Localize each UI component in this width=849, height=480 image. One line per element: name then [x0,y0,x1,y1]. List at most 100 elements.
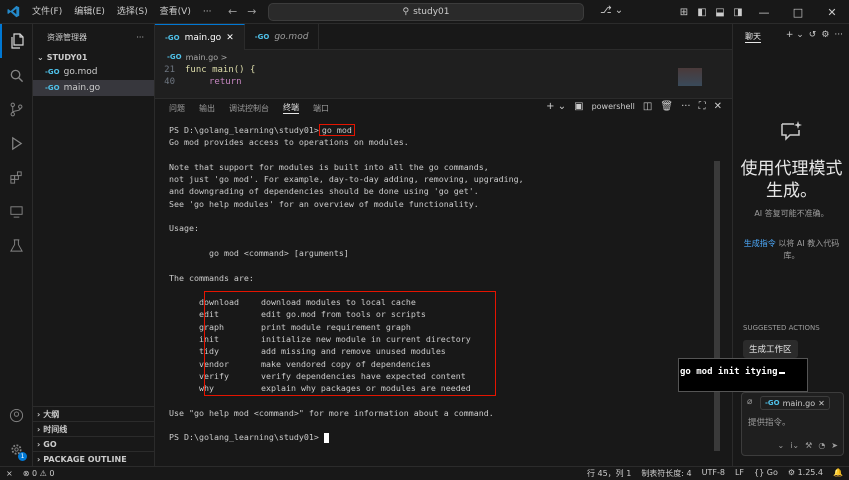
code-editor[interactable]: 21 func main() { 40 return [155,64,732,88]
menu-view[interactable]: 查看(V) [154,0,197,24]
language-mode[interactable]: {} Go [754,468,778,479]
shell-label[interactable]: powershell [592,102,635,111]
forward-arrow-icon[interactable]: → [247,5,256,18]
tab-output[interactable]: 输出 [199,103,215,114]
code-line: 21 func main() { [155,64,732,76]
toggle-secondary-sidebar-icon[interactable]: ◨ [729,7,747,18]
chevron-right-icon: › [37,424,41,434]
mode-dropdown-icon[interactable]: ⌄ [778,441,785,450]
maximize-icon[interactable]: □ [781,6,815,19]
tab-size[interactable]: 制表符长度: 4 [641,468,691,479]
terminal-command: go mod [318,124,355,136]
tab-terminal[interactable]: 终端 [283,102,299,114]
file-label: main.go [63,83,101,93]
terminal-line: not just 'go mod'. For example, day-to-d… [169,174,524,185]
section-label: 时间线 [43,424,68,434]
new-terminal-icon[interactable]: + ⌄ [546,101,566,112]
errors-indicator[interactable]: ⊗ 0 ⚠ 0 [23,469,55,478]
copilot-icon[interactable]: ⎇ ⌄ [600,5,623,16]
run-debug-icon[interactable] [0,126,33,160]
explorer-icon[interactable] [0,24,33,58]
more-actions-icon[interactable]: ··· [681,101,691,112]
close-icon[interactable]: ✕ [815,6,849,19]
toggle-panel-icon[interactable]: ⬓ [711,7,729,18]
back-arrow-icon[interactable]: ← [228,5,237,18]
more-actions-icon[interactable]: ··· [834,30,843,40]
minimize-icon[interactable]: — [747,6,781,19]
warning-count: 0 [49,469,55,478]
command-center[interactable]: ⚲ study01 [268,3,584,21]
suggested-action-button[interactable]: 生成工作区 [743,340,798,358]
testing-icon[interactable] [0,228,33,262]
trash-icon[interactable]: 🗑 [660,101,673,112]
search-icon[interactable] [0,58,33,92]
remote-explorer-icon[interactable] [0,194,33,228]
overlay-cursor [778,372,785,374]
encoding[interactable]: UTF-8 [702,468,725,479]
close-icon[interactable]: ✕ [818,399,825,408]
tab-main-go[interactable]: -GO main.go ✕ [155,24,245,50]
go-version[interactable]: ⚙ 1.25.4 [788,468,823,479]
section-timeline[interactable]: › 时间线 [33,421,155,436]
chat-tab[interactable]: 聊天 [745,31,761,43]
context-chip[interactable]: -GO main.go ✕ [760,396,830,410]
section-package-outline[interactable]: › PACKAGE OUTLINE [33,451,155,466]
language-label: Go [766,468,778,477]
tools-icon[interactable]: ⚒ [805,441,812,450]
close-panel-icon[interactable]: ✕ [714,101,722,112]
code-text: return [209,77,242,87]
settings-gear-icon[interactable]: ⚙ [821,30,829,40]
model-picker-icon[interactable]: i⌄ [790,441,799,450]
send-icon[interactable]: ➤ [831,441,838,450]
bottom-panel: 问题 输出 调试控制台 终端 端口 + ⌄ ▣ powershell ◫ 🗑 ·… [155,98,732,466]
end-of-line[interactable]: LF [735,468,744,479]
history-icon[interactable]: ↺ [809,30,817,40]
menu-selection[interactable]: 选择(S) [111,0,154,24]
gomod-file-icon: -GO [45,68,60,76]
code-text: func main() { [185,65,256,75]
tab-problems[interactable]: 问题 [169,103,185,114]
tab-go-mod[interactable]: -GO go.mod [245,24,320,50]
toggle-sidebar-icon[interactable]: ◧ [693,7,711,18]
extensions-icon[interactable] [0,160,33,194]
chat-panel: 聊天 + ⌄ ↺ ⚙ ··· 使用代理模式生成。 AI 答复可能不准确。 生成指令 以… [732,24,849,466]
breadcrumb-label[interactable]: main.go > [186,53,228,62]
terminal-scrollbar[interactable] [714,161,720,451]
file-go-mod[interactable]: -GO go.mod [33,64,154,80]
tab-ports[interactable]: 端口 [313,103,329,114]
account-icon[interactable] [0,398,33,432]
maximize-panel-icon[interactable]: ⛶ [699,101,706,112]
menu-more[interactable]: ··· [197,0,218,24]
new-chat-icon[interactable]: + ⌄ [786,30,804,40]
sidebar-bottom-sections: › 大纲 › 时间线 › GO › PACKAGE OUTLINE [33,406,155,466]
notifications-icon[interactable]: 🔔 [833,468,843,479]
voice-icon[interactable]: ◔ [818,441,825,450]
remote-icon[interactable]: ⨯ [6,469,13,478]
chat-input-box[interactable]: ⌀ -GO main.go ✕ 提供指令。 ⌄ i⌄ ⚒ ◔ ➤ [741,392,844,456]
attach-icon[interactable]: ⌀ [747,397,752,407]
customize-layout-icon[interactable]: ⊞ [675,7,693,18]
menu-edit[interactable]: 编辑(E) [68,0,111,24]
more-actions-icon[interactable]: ··· [136,33,144,42]
nav-arrows: ← → [228,5,256,18]
generate-instructions-link[interactable]: 生成指令 [744,239,776,248]
titlebar: 文件(F) 编辑(E) 选择(S) 查看(V) ··· ← → ⚲ study0… [0,0,849,24]
chip-label: main.go [782,398,816,408]
cursor-position[interactable]: 行 45，列 1 [587,468,631,479]
go-file-icon: -GO [165,33,180,42]
section-outline[interactable]: › 大纲 [33,406,155,421]
minimap[interactable] [678,68,702,86]
menu-file[interactable]: 文件(F) [26,0,68,24]
chat-sparkle-icon [779,120,803,145]
folder-study01[interactable]: ⌄ STUDY01 [33,50,154,64]
source-control-icon[interactable] [0,92,33,126]
split-terminal-icon[interactable]: ◫ [643,101,652,112]
section-go[interactable]: › GO [33,436,155,451]
settings-gear-icon[interactable]: 1 [0,432,33,466]
window-controls: ⊞ ◧ ⬓ ◨ — □ ✕ [675,0,849,24]
file-main-go[interactable]: -GO main.go [33,80,154,96]
terminal-line: Usage: [169,223,199,234]
close-tab-icon[interactable]: ✕ [226,33,234,43]
tab-debug-console[interactable]: 调试控制台 [229,103,269,114]
terminal-help: Use "go help mod <command>" for more inf… [169,407,494,418]
